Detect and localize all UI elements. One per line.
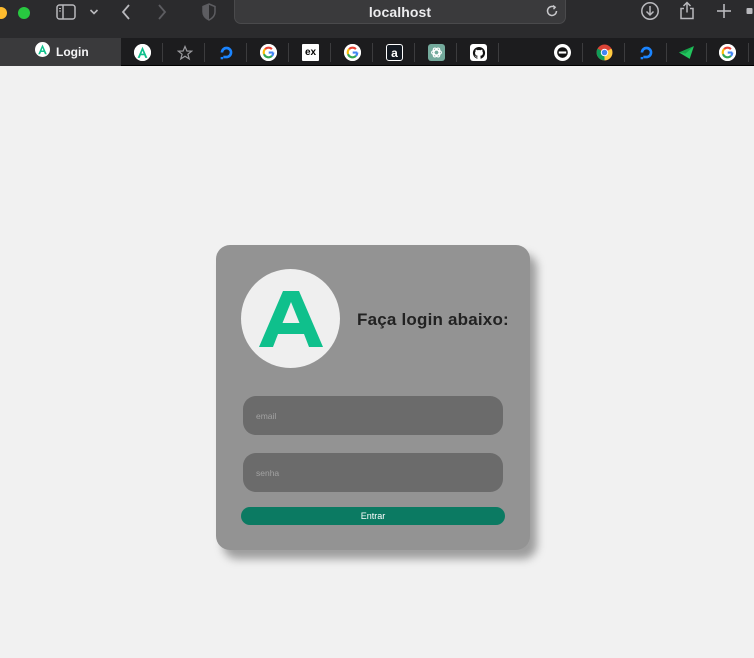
browser-toolbar: localhost [0,0,754,38]
chevron-down-icon[interactable] [89,3,99,21]
tab-overview-icon[interactable] [746,2,754,20]
app-logo [241,269,340,368]
tab-separator [498,43,499,62]
back-icon[interactable] [120,3,132,21]
tab-separator [246,43,247,62]
angular-icon [35,42,50,62]
circle-icon[interactable] [554,44,571,61]
tab-separator [582,43,583,62]
reload-icon[interactable] [545,4,559,23]
shield-icon[interactable] [202,3,216,21]
tab-bar: Login ex a [0,38,754,66]
new-tab-icon[interactable] [715,2,733,20]
tab-login-label: Login [56,45,89,59]
tab-login[interactable]: Login [0,38,121,66]
digitalocean-icon[interactable] [638,44,655,61]
tab-separator [330,43,331,62]
tab-separator [372,43,373,62]
google-icon[interactable] [344,44,361,61]
tab-separator [748,43,749,62]
tab-separator [288,43,289,62]
tab-separator [706,43,707,62]
submit-button[interactable]: Entrar [241,507,505,525]
minimize-window-button[interactable] [0,7,7,19]
address-bar-url: localhost [368,4,432,20]
submit-button-label: Entrar [360,511,386,521]
amazon-icon[interactable]: a [386,44,403,61]
tab-separator [162,43,163,62]
chatgpt-icon[interactable] [428,44,445,61]
angular-icon [258,290,323,347]
login-heading: Faça login abaixo: [357,310,509,329]
sidebar-icon[interactable] [56,3,76,21]
ex-icon[interactable]: ex [302,44,319,61]
email-placeholder: email [256,410,277,421]
tab-separator [414,43,415,62]
forward-icon[interactable] [156,3,168,21]
google-icon[interactable] [719,44,736,61]
github-icon[interactable] [470,44,487,61]
tab-separator [204,43,205,62]
tab-separator [666,43,667,62]
google-icon[interactable] [260,44,277,61]
address-bar[interactable]: localhost [234,0,566,24]
download-icon[interactable] [640,2,660,20]
chrome-icon[interactable] [596,44,613,61]
zoom-window-button[interactable] [18,7,30,19]
digitalocean-icon[interactable] [218,44,235,61]
tab-separator [624,43,625,62]
login-card: Faça login abaixo: email senha Entrar [216,245,530,550]
angular-icon[interactable] [134,44,151,61]
star-icon[interactable] [176,44,193,61]
share-icon[interactable] [678,1,696,20]
email-field[interactable]: email [243,396,503,435]
send-icon[interactable] [678,44,695,61]
password-placeholder: senha [256,467,280,478]
password-field[interactable]: senha [243,453,503,492]
tab-separator [456,43,457,62]
